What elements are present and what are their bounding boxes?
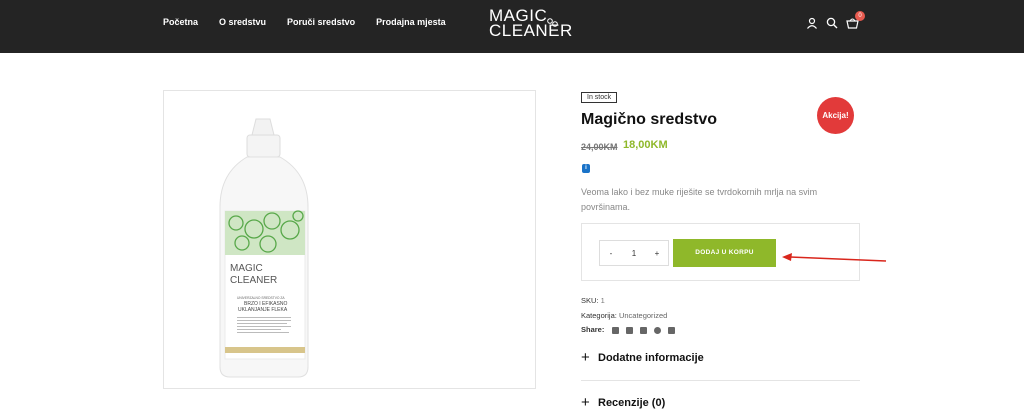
header-icons: 0 <box>806 11 865 29</box>
cart-icon[interactable]: 0 <box>846 11 865 29</box>
nav-order[interactable]: Poruči sredstvo <box>287 17 355 27</box>
accordion-reviews[interactable]: Recenzije (0) <box>581 394 860 411</box>
cart-count-badge: 0 <box>855 11 865 21</box>
nav-stores[interactable]: Prodajna mjesta <box>376 17 446 27</box>
svg-text:UNIVERZALNO SREDSTVO ZA: UNIVERZALNO SREDSTVO ZA <box>237 296 285 300</box>
sale-badge: Akcija! <box>817 97 854 134</box>
qty-plus-button[interactable]: + <box>646 249 668 258</box>
price-old: 24,00KM <box>581 142 618 152</box>
pinterest-icon[interactable] <box>654 326 662 334</box>
search-icon[interactable] <box>826 16 839 29</box>
product-description: Veoma lako i bez muke riješite se tvrdok… <box>581 187 818 212</box>
sku-row: SKU: 1 <box>581 296 605 305</box>
accordion-additional-info[interactable]: Dodatne informacije <box>581 349 860 366</box>
site-header: Početna O sredstvu Poruči sredstvo Proda… <box>0 0 1024 53</box>
sku-value: 1 <box>600 296 605 305</box>
stock-badge: In stock <box>581 92 618 103</box>
nav-home[interactable]: Početna <box>163 17 198 27</box>
facebook-icon[interactable] <box>612 326 620 334</box>
category-label: Kategorija: <box>581 311 617 320</box>
bottle-brand-2: CLEANER <box>230 275 277 286</box>
site-logo[interactable]: MAGIC CLEANER <box>489 7 573 40</box>
share-row: Share: <box>581 325 676 334</box>
accordion-title: Dodatne informacije <box>581 349 860 366</box>
sku-label: SKU: <box>581 296 599 305</box>
bottle-brand-1: MAGIC <box>230 263 263 274</box>
product-image: MAGIC CLEANER UNIVERZALNO SREDSTVO ZA BR… <box>219 118 309 378</box>
user-icon[interactable] <box>806 16 819 29</box>
nav-about[interactable]: O sredstvu <box>219 17 266 27</box>
quantity-stepper: - 1 + <box>599 240 669 266</box>
twitter-icon[interactable] <box>626 326 634 334</box>
main-nav: Početna O sredstvu Poruči sredstvo Proda… <box>163 17 467 27</box>
category-row: Kategorija: Uncategorized <box>581 311 667 320</box>
accordion-title: Recenzije (0) <box>581 394 860 411</box>
qty-minus-button[interactable]: - <box>600 249 622 258</box>
share-label: Share: <box>581 325 605 334</box>
product-title: Magično sredstvo <box>581 111 718 128</box>
logo-bubbles-icon <box>547 18 558 27</box>
product-gallery[interactable]: MAGIC CLEANER UNIVERZALNO SREDSTVO ZA BR… <box>163 90 536 389</box>
svg-text:UKLANJANJE FLEKA: UKLANJANJE FLEKA <box>238 307 288 313</box>
info-icon[interactable]: i <box>582 164 590 173</box>
mail-icon[interactable] <box>668 326 676 334</box>
red-arrow-annotation <box>782 253 887 262</box>
linkedin-icon[interactable] <box>640 326 648 334</box>
logo-line2: CLEANER <box>489 21 573 40</box>
add-to-cart-button[interactable]: DODAJ U KORPU <box>673 239 776 267</box>
price-new: 18,00KM <box>623 139 668 151</box>
divider <box>581 380 860 381</box>
category-link[interactable]: Uncategorized <box>619 311 667 320</box>
qty-input[interactable]: 1 <box>623 249 645 258</box>
